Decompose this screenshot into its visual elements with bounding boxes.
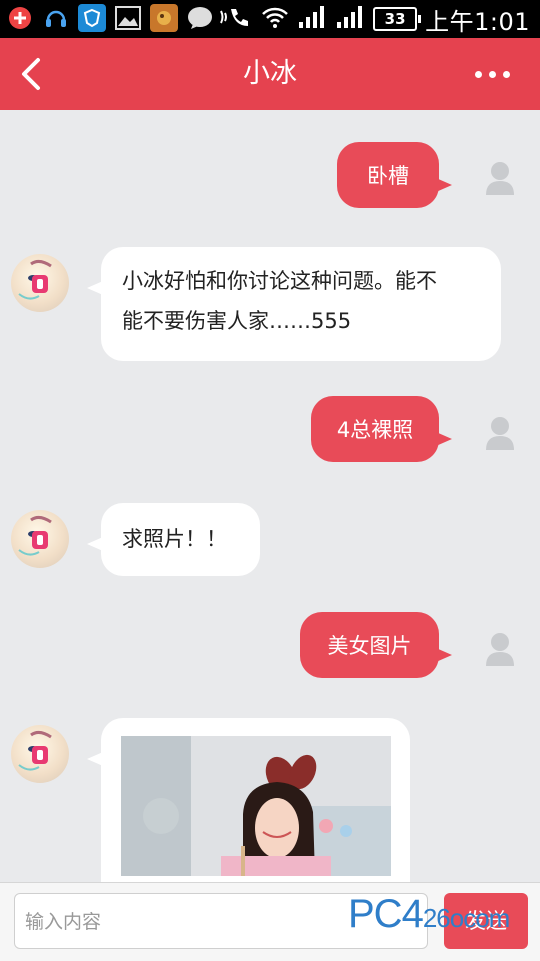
user-avatar[interactable]	[484, 631, 516, 667]
girl-photo-image	[121, 736, 391, 876]
bot-avatar[interactable]	[11, 254, 69, 312]
user-placeholder-icon	[486, 633, 514, 666]
outgoing-message[interactable]: 卧槽	[337, 142, 452, 208]
status-bar: 33 上午1:01	[0, 0, 540, 38]
battery-level: 33	[373, 7, 422, 31]
signal-icon	[297, 4, 327, 34]
page-title: 小冰	[243, 58, 297, 89]
user-placeholder-icon	[486, 162, 514, 195]
shield-app-icon	[78, 4, 106, 32]
bot-avatar[interactable]	[11, 725, 69, 783]
signal-icon-2	[335, 4, 365, 34]
user-avatar[interactable]	[484, 415, 516, 451]
input-placeholder: 输入内容	[25, 911, 102, 933]
vibrate-call-icon	[219, 5, 253, 33]
message-line: 能不要伤害人家……555	[122, 309, 352, 333]
add-notification-icon	[6, 4, 34, 32]
chat-list[interactable]: 卧槽 小冰好怕和你讨论这种问题。能不 能不要伤害人家……555 4总裸照 求照片…	[0, 110, 540, 882]
message-line: 求照片！！	[122, 527, 227, 551]
xiaobing-avatar-icon	[18, 515, 52, 556]
incoming-message[interactable]: 求照片！！	[87, 503, 260, 576]
send-button[interactable]: 发送	[444, 893, 528, 949]
clock: 上午1:01	[425, 7, 530, 36]
user-placeholder-icon	[486, 417, 514, 450]
user-avatar[interactable]	[484, 160, 516, 196]
bot-avatar[interactable]	[11, 510, 69, 568]
game-app-icon	[150, 4, 178, 32]
message-line: 小冰好怕和你讨论这种问题。能不	[122, 269, 437, 293]
outgoing-message[interactable]: 4总裸照	[311, 396, 452, 462]
more-dot	[474, 70, 482, 78]
more-options-button[interactable]	[462, 56, 522, 92]
incoming-image-message[interactable]	[87, 718, 410, 882]
message-text: 美女图片	[327, 634, 412, 658]
more-dot	[502, 70, 510, 78]
shared-photo[interactable]	[121, 736, 391, 876]
more-dot	[488, 70, 496, 78]
message-text: 卧槽	[367, 164, 409, 188]
wifi-icon	[261, 5, 289, 33]
message-input[interactable]: 输入内容	[14, 893, 428, 949]
message-text: 4总裸照	[336, 418, 414, 442]
send-label: 发送	[465, 909, 507, 933]
incoming-message[interactable]: 小冰好怕和你讨论这种问题。能不 能不要伤害人家……555	[87, 247, 501, 361]
xiaobing-avatar-icon	[18, 730, 52, 771]
message-bubble-icon	[186, 4, 214, 32]
outgoing-message[interactable]: 美女图片	[300, 612, 452, 678]
xiaobing-avatar-icon	[18, 259, 52, 300]
input-bar: 输入内容 发送	[0, 882, 540, 961]
headset-chat-icon	[42, 4, 70, 32]
gallery-icon	[114, 4, 142, 32]
chat-header: 小冰	[0, 38, 540, 110]
